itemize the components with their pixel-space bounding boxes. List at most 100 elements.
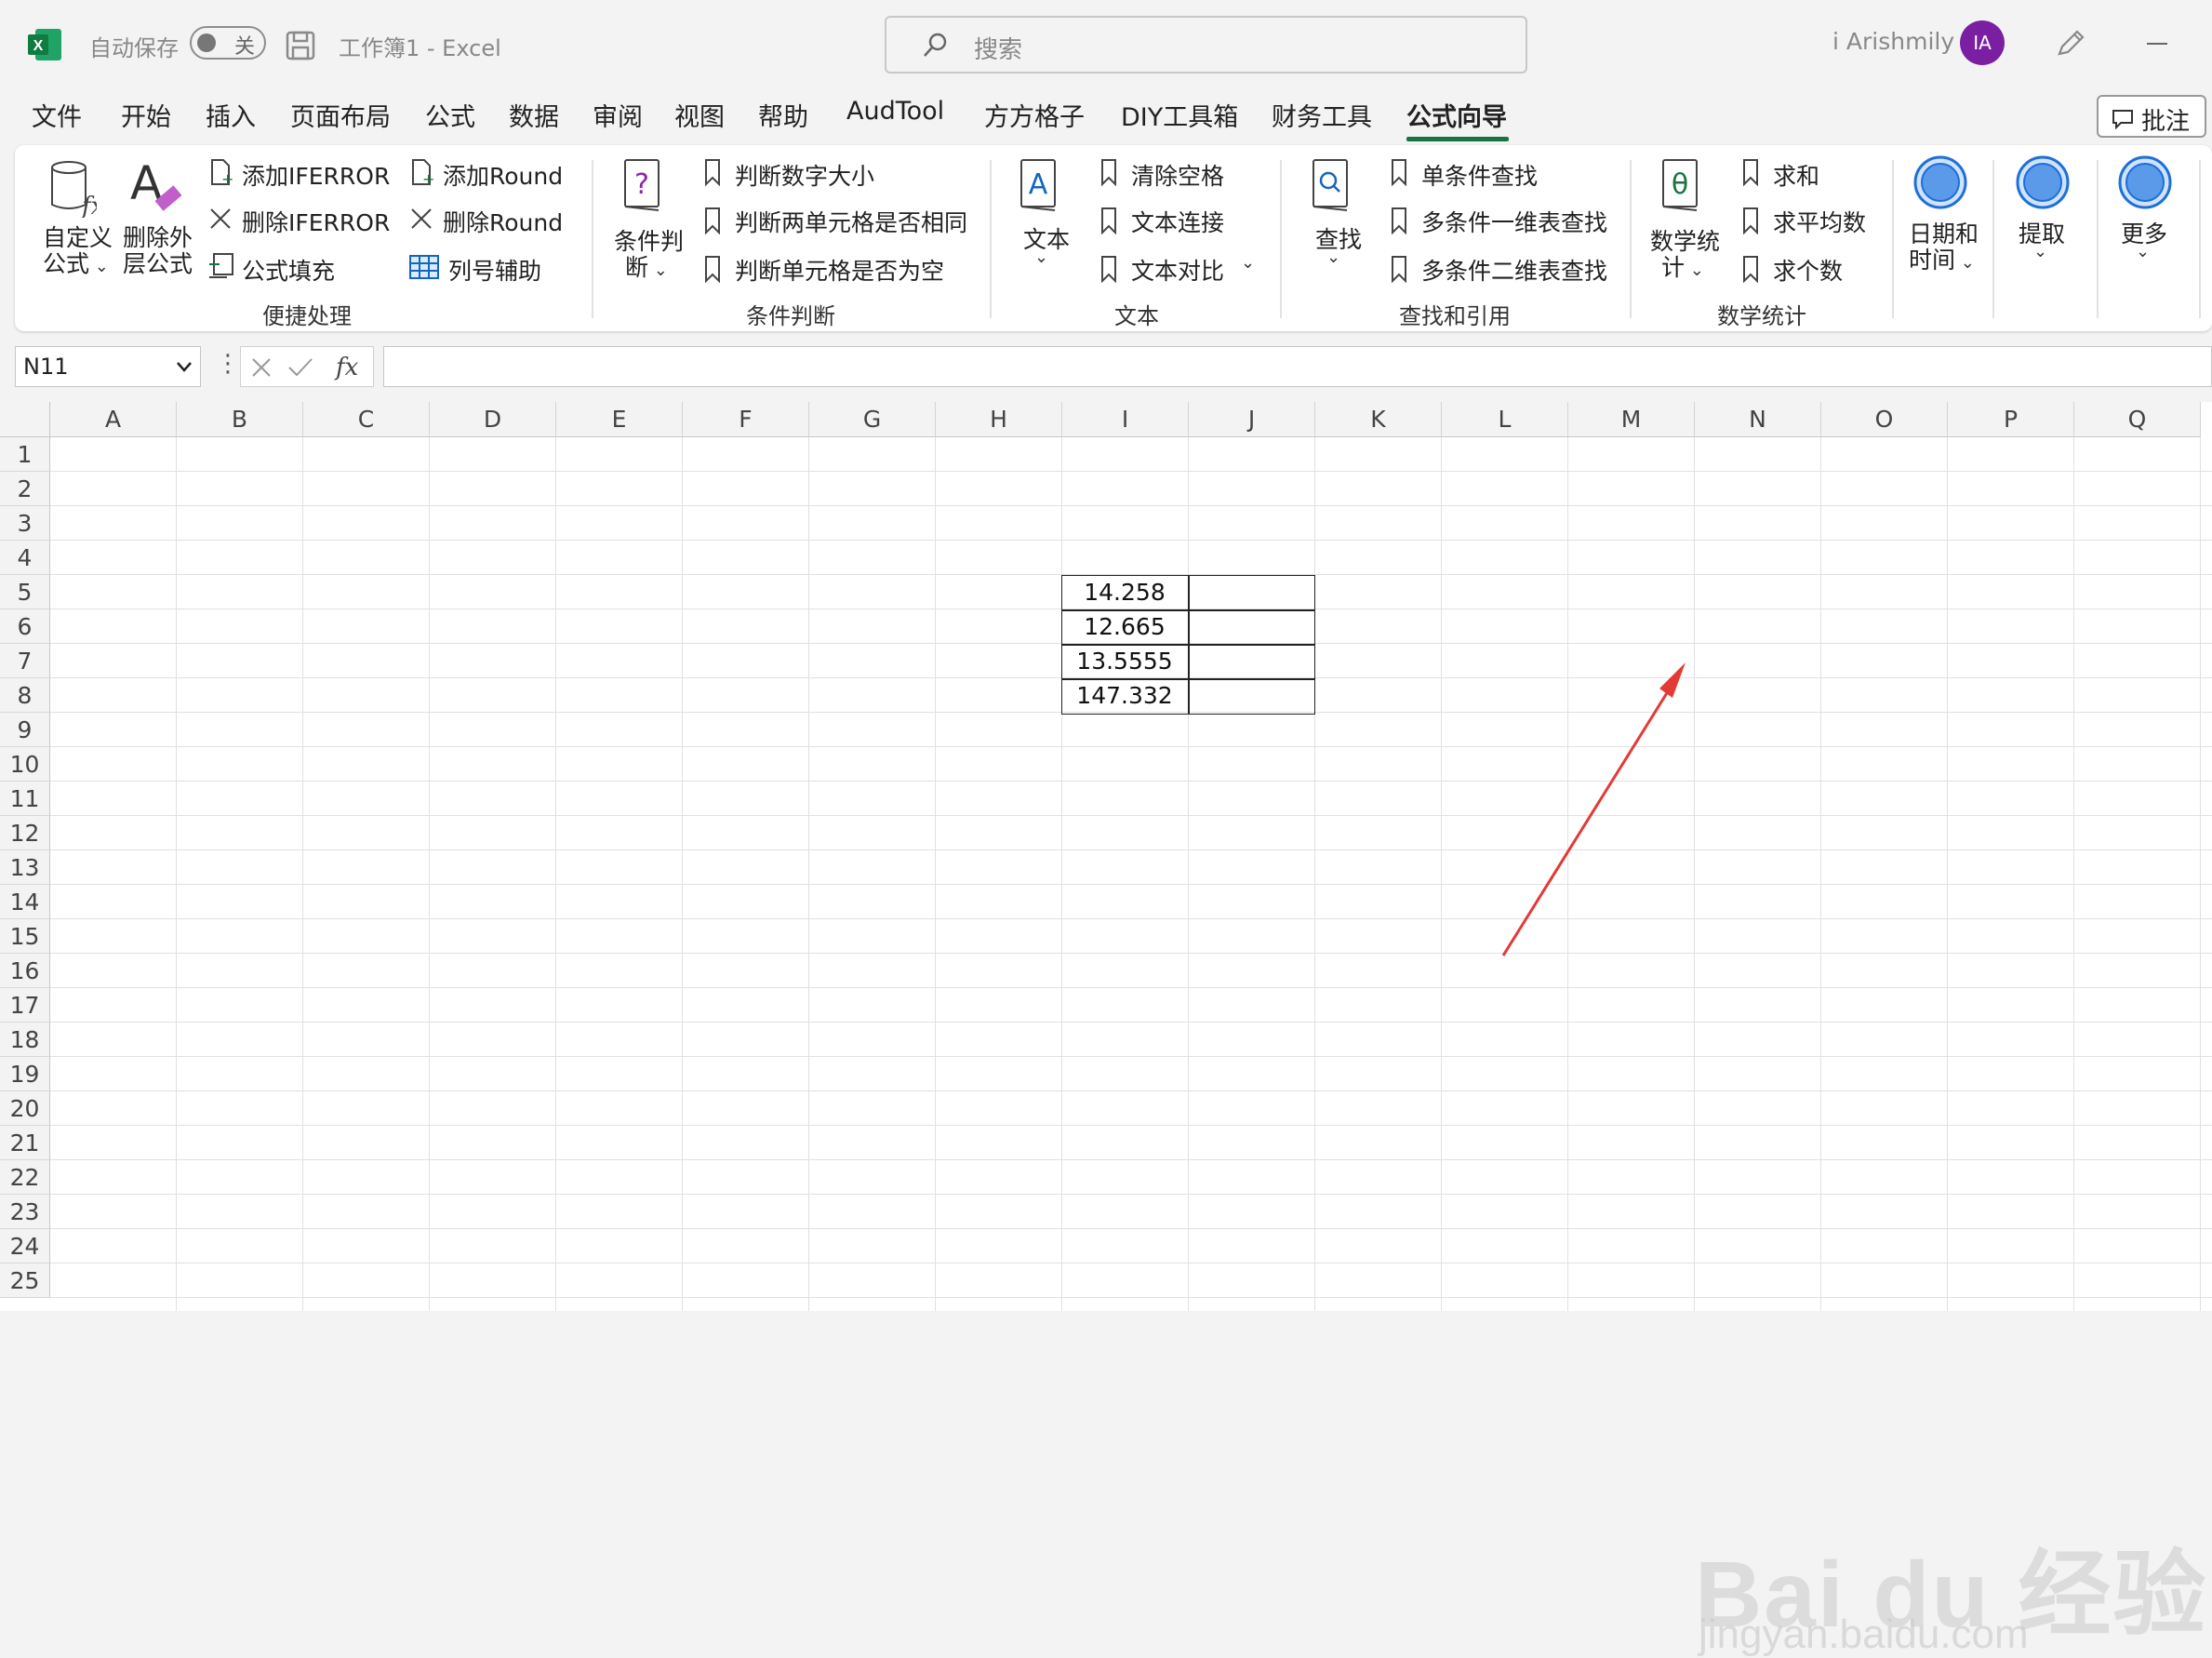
insert-function-icon[interactable]: fx bbox=[334, 353, 367, 382]
check-icon[interactable] bbox=[287, 356, 313, 379]
column-header[interactable]: C bbox=[303, 402, 430, 437]
cell-I5[interactable]: 14.258 bbox=[1061, 579, 1188, 606]
column-helper-button[interactable]: 列号辅助 bbox=[448, 253, 541, 287]
row-header[interactable]: 13 bbox=[0, 850, 50, 885]
column-header[interactable]: J bbox=[1189, 402, 1315, 437]
row-header[interactable]: 3 bbox=[0, 506, 50, 541]
toggle-knob bbox=[197, 33, 216, 52]
row-header[interactable]: 18 bbox=[0, 1023, 50, 1057]
avatar[interactable]: IA bbox=[1960, 20, 2005, 65]
cell-I6[interactable]: 12.665 bbox=[1061, 613, 1188, 640]
average-button[interactable]: 求平均数 bbox=[1773, 205, 1866, 238]
add-iferror-button[interactable]: 添加IFERROR bbox=[242, 158, 390, 192]
column-header[interactable]: E bbox=[556, 402, 683, 437]
save-icon[interactable] bbox=[285, 30, 316, 61]
select-all-corner[interactable] bbox=[0, 402, 50, 437]
row-header[interactable]: 1 bbox=[0, 437, 50, 472]
row-header[interactable]: 17 bbox=[0, 988, 50, 1023]
row-header[interactable]: 8 bbox=[0, 678, 50, 713]
judge-cells-same-button[interactable]: 判断两单元格是否相同 bbox=[735, 205, 967, 238]
judge-cell-empty-button[interactable]: 判断单元格是否为空 bbox=[735, 253, 944, 287]
tab-page-layout[interactable]: 页面布局 bbox=[290, 97, 391, 133]
name-box[interactable]: N11 bbox=[15, 346, 201, 387]
row-header[interactable]: 16 bbox=[0, 954, 50, 988]
search-input[interactable]: 搜索 bbox=[885, 16, 1527, 74]
chevron-down-icon[interactable]: ⌄ bbox=[2136, 242, 2150, 261]
remove-round-button[interactable]: 删除Round bbox=[443, 205, 563, 238]
row-header[interactable]: 4 bbox=[0, 541, 50, 575]
tab-fangfanggezi[interactable]: 方方格子 bbox=[984, 97, 1085, 133]
column-header[interactable]: G bbox=[809, 402, 936, 437]
column-header[interactable]: B bbox=[177, 402, 303, 437]
tab-review[interactable]: 审阅 bbox=[593, 97, 643, 133]
chevron-down-icon[interactable]: ⌄ bbox=[2033, 242, 2047, 261]
more-options-icon[interactable]: ⋮ bbox=[216, 350, 240, 378]
tab-view[interactable]: 视图 bbox=[674, 97, 725, 133]
text-join-button[interactable]: 文本连接 bbox=[1131, 205, 1224, 238]
tab-diy-toolbox[interactable]: DIY工具箱 bbox=[1121, 97, 1238, 133]
row-header[interactable]: 7 bbox=[0, 644, 50, 678]
row-header[interactable]: 10 bbox=[0, 747, 50, 782]
row-header[interactable]: 14 bbox=[0, 885, 50, 919]
clear-space-button[interactable]: 清除空格 bbox=[1131, 158, 1224, 192]
tab-formula-wizard[interactable]: 公式向导 bbox=[1406, 97, 1507, 133]
formula-input[interactable] bbox=[383, 346, 2212, 387]
chevron-down-icon[interactable]: ⌄ bbox=[1326, 247, 1340, 267]
row-header[interactable]: 21 bbox=[0, 1126, 50, 1160]
tab-data[interactable]: 数据 bbox=[509, 97, 559, 133]
autosave-toggle[interactable]: 关 bbox=[190, 26, 266, 60]
column-header[interactable]: Q bbox=[2074, 402, 2201, 437]
tab-insert[interactable]: 插入 bbox=[206, 97, 256, 133]
row-header[interactable]: 25 bbox=[0, 1264, 50, 1298]
column-header[interactable]: K bbox=[1315, 402, 1442, 437]
row-header[interactable]: 11 bbox=[0, 782, 50, 816]
custom-formula-button[interactable]: 公式 ⌄ bbox=[43, 246, 109, 279]
add-round-button[interactable]: 添加Round bbox=[443, 158, 563, 192]
chevron-down-icon[interactable]: ⌄ bbox=[1034, 247, 1048, 267]
remove-outer-label-2[interactable]: 层公式 bbox=[123, 246, 193, 279]
count-button[interactable]: 求个数 bbox=[1773, 253, 1843, 287]
minimize-icon[interactable] bbox=[2147, 43, 2167, 45]
tab-help[interactable]: 帮助 bbox=[758, 97, 808, 133]
row-header[interactable]: 24 bbox=[0, 1229, 50, 1264]
sum-button[interactable]: 求和 bbox=[1773, 158, 1819, 192]
tab-formulas[interactable]: 公式 bbox=[425, 97, 475, 133]
pen-icon[interactable] bbox=[2054, 26, 2087, 60]
datetime-button[interactable]: 时间 ⌄ bbox=[1909, 242, 1975, 275]
row-header[interactable]: 19 bbox=[0, 1057, 50, 1091]
text-compare-button[interactable]: 文本对比 bbox=[1131, 253, 1224, 287]
formula-fill-button[interactable]: 公式填充 bbox=[242, 253, 335, 287]
column-header[interactable]: P bbox=[1948, 402, 2074, 437]
row-header[interactable]: 15 bbox=[0, 919, 50, 954]
remove-iferror-button[interactable]: 删除IFERROR bbox=[242, 205, 390, 238]
cancel-icon[interactable] bbox=[250, 356, 273, 379]
multi-1d-find-button[interactable]: 多条件一维表查找 bbox=[1421, 205, 1607, 238]
column-header[interactable]: O bbox=[1821, 402, 1948, 437]
column-header[interactable]: I bbox=[1062, 402, 1189, 437]
row-header[interactable]: 2 bbox=[0, 472, 50, 506]
tab-finance-tools[interactable]: 财务工具 bbox=[1272, 97, 1372, 133]
single-condition-find-button[interactable]: 单条件查找 bbox=[1421, 158, 1538, 192]
row-header[interactable]: 12 bbox=[0, 816, 50, 850]
cell-I7[interactable]: 13.5555 bbox=[1061, 648, 1188, 675]
judge-number-size-button[interactable]: 判断数字大小 bbox=[735, 158, 874, 192]
worksheet-grid[interactable]: ABCDEFGHIJKLMNOPQ 1 2 3 4 5 6 7 8 9 10 11 12 13 14 15 1… bbox=[0, 402, 2212, 1657]
row-header[interactable]: 9 bbox=[0, 713, 50, 747]
tab-audtool[interactable]: AudTool bbox=[846, 97, 944, 126]
text-compare-dropdown-chevron-icon[interactable]: ⌄ bbox=[1241, 253, 1255, 273]
row-header[interactable]: 20 bbox=[0, 1091, 50, 1126]
tab-file[interactable]: 文件 bbox=[32, 97, 82, 133]
row-header[interactable]: 23 bbox=[0, 1195, 50, 1229]
column-header[interactable]: N bbox=[1695, 402, 1821, 437]
row-header[interactable]: 5 bbox=[0, 575, 50, 609]
column-header[interactable]: D bbox=[430, 402, 556, 437]
row-header[interactable]: 22 bbox=[0, 1160, 50, 1195]
column-header[interactable]: H bbox=[936, 402, 1062, 437]
condition-judge-button[interactable]: 断 ⌄ bbox=[625, 249, 668, 283]
column-header[interactable]: A bbox=[50, 402, 177, 437]
tab-home[interactable]: 开始 bbox=[121, 97, 171, 133]
annotation-button[interactable]: 批注 bbox=[2097, 95, 2206, 138]
column-header[interactable]: F bbox=[683, 402, 809, 437]
row-header[interactable]: 6 bbox=[0, 609, 50, 644]
cell-I8[interactable]: 147.332 bbox=[1061, 682, 1188, 709]
